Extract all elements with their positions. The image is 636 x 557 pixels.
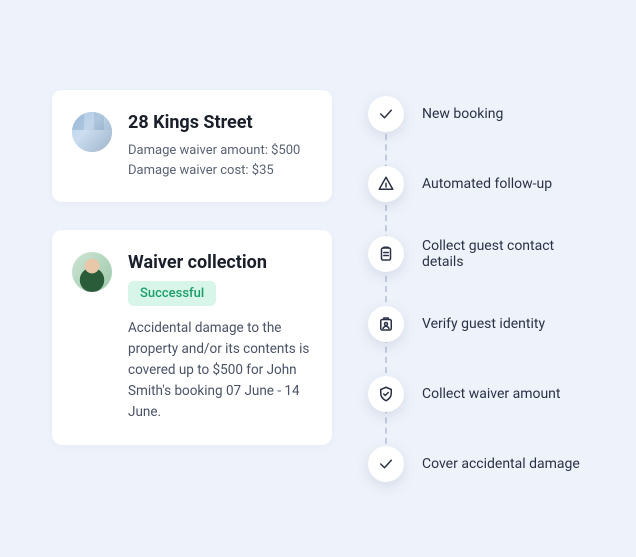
shield-check-icon (368, 376, 404, 412)
step-verify-identity: Verify guest identity (368, 306, 596, 342)
step-label: Cover accidental damage (422, 456, 580, 472)
timeline-column: New booking Automated follow-up Collect … (368, 90, 596, 517)
property-title: 28 Kings Street (128, 112, 310, 133)
waiver-amount-line: Damage waiver amount: $500 (128, 141, 310, 161)
step-cover-damage: Cover accidental damage (368, 446, 596, 482)
waiver-cost-line: Damage waiver cost: $35 (128, 161, 310, 181)
property-avatar (72, 112, 112, 152)
waiver-card: Waiver collection Successful Accidental … (52, 230, 332, 445)
status-badge: Successful (128, 281, 216, 306)
waiver-card-body: Waiver collection Successful Accidental … (128, 252, 310, 423)
step-label: Collect waiver amount (422, 386, 561, 402)
step-collect-contact: Collect guest contact details (368, 236, 596, 272)
guest-avatar (72, 252, 112, 292)
id-badge-icon (368, 306, 404, 342)
waiver-title: Waiver collection (128, 252, 310, 273)
waiver-description: Accidental damage to the property and/or… (128, 318, 310, 423)
step-new-booking: New booking (368, 96, 596, 132)
property-card: 28 Kings Street Damage waiver amount: $5… (52, 90, 332, 202)
step-automated-followup: Automated follow-up (368, 166, 596, 202)
clipboard-icon (368, 236, 404, 272)
step-label: New booking (422, 106, 503, 122)
step-collect-waiver: Collect waiver amount (368, 376, 596, 412)
send-icon (368, 166, 404, 202)
step-label: Verify guest identity (422, 316, 545, 332)
step-label: Collect guest contact details (422, 238, 596, 270)
step-label: Automated follow-up (422, 176, 552, 192)
check-icon (368, 446, 404, 482)
left-column: 28 Kings Street Damage waiver amount: $5… (52, 90, 332, 517)
timeline: New booking Automated follow-up Collect … (368, 96, 596, 482)
property-card-body: 28 Kings Street Damage waiver amount: $5… (128, 112, 310, 180)
check-icon (368, 96, 404, 132)
